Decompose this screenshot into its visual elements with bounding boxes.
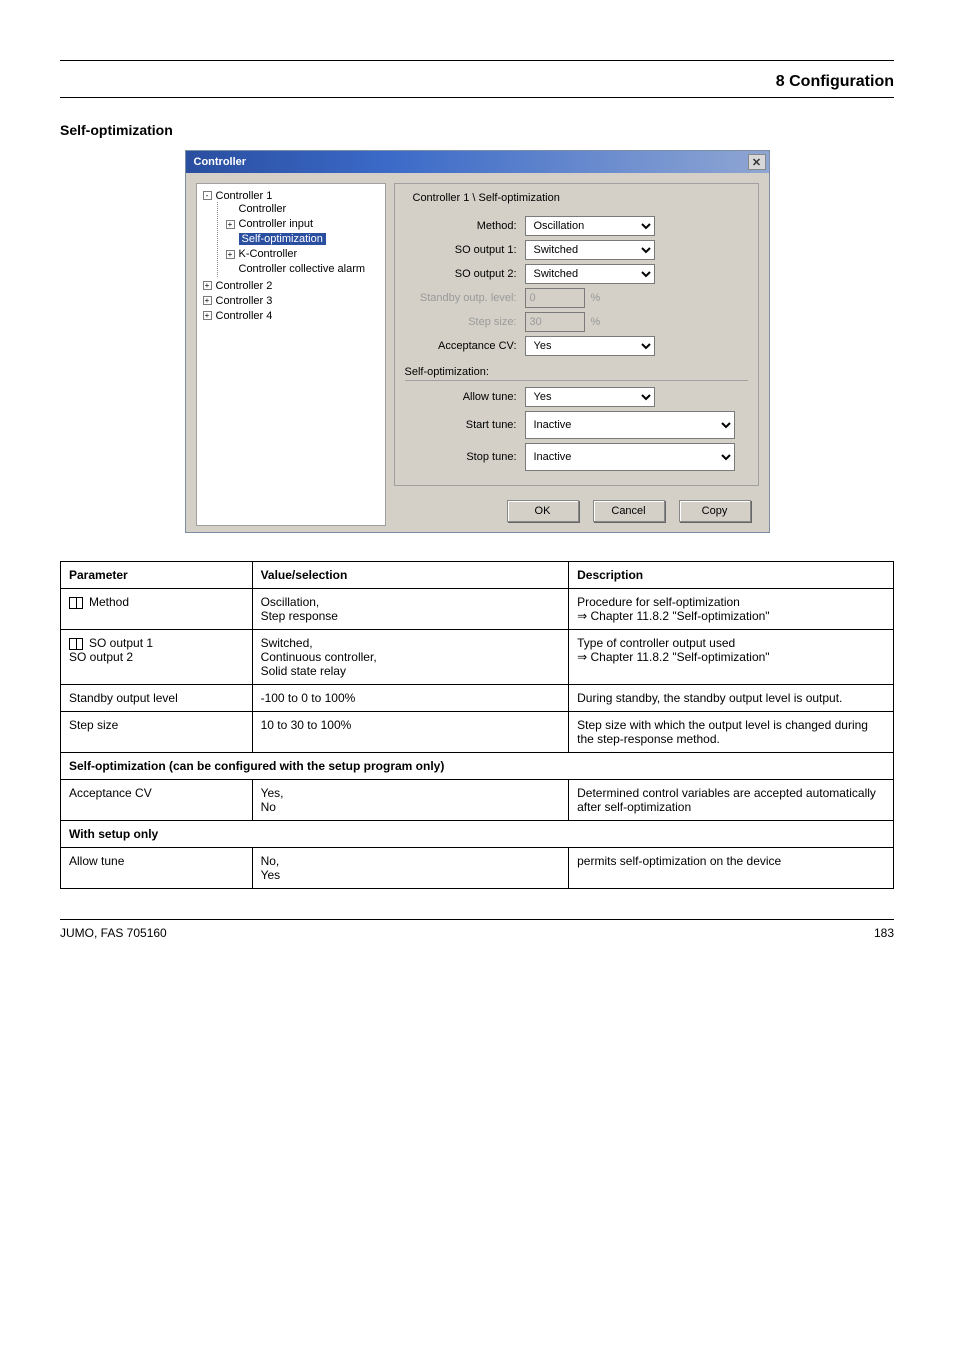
so1-label: SO output 1: bbox=[405, 244, 525, 256]
so2-label: SO output 2: bbox=[405, 268, 525, 280]
table-row: With setup only bbox=[61, 821, 894, 848]
titlebar: Controller ✕ bbox=[186, 151, 769, 173]
table-row: Step size10 to 30 to 100%Step size with … bbox=[61, 712, 894, 753]
section-title: Self-optimization bbox=[60, 122, 894, 138]
standby-input bbox=[525, 288, 585, 308]
tree-controller-1[interactable]: -Controller 1 Controller +Controller inp… bbox=[203, 188, 381, 278]
start-tune-select[interactable]: Inactive bbox=[525, 411, 735, 439]
copy-button[interactable]: Copy bbox=[679, 500, 751, 522]
method-select[interactable]: Oscillation bbox=[525, 216, 655, 236]
acceptance-cv-select[interactable]: Yes bbox=[525, 336, 655, 356]
table-row: Self-optimization (can be configured wit… bbox=[61, 753, 894, 780]
table-row: MethodOscillation, Step responseProcedur… bbox=[61, 589, 894, 630]
controller-tree[interactable]: -Controller 1 Controller +Controller inp… bbox=[196, 183, 386, 526]
window-title: Controller bbox=[194, 156, 247, 168]
start-tune-label: Start tune: bbox=[405, 419, 525, 431]
controller-window: Controller ✕ -Controller 1 Controller +C… bbox=[185, 150, 770, 533]
accept-label: Acceptance CV: bbox=[405, 340, 525, 352]
book-icon bbox=[69, 638, 83, 650]
table-row: Standby output level-100 to 0 to 100%Dur… bbox=[61, 685, 894, 712]
allow-tune-select[interactable]: Yes bbox=[525, 387, 655, 407]
footer-left: JUMO, FAS 705160 bbox=[60, 926, 167, 940]
table-row: Acceptance CVYes, NoDetermined control v… bbox=[61, 780, 894, 821]
parameter-table: Parameter Value/selection Description Me… bbox=[60, 561, 894, 889]
ok-button[interactable]: OK bbox=[507, 500, 579, 522]
step-unit: % bbox=[591, 316, 601, 328]
cancel-button[interactable]: Cancel bbox=[593, 500, 665, 522]
book-icon bbox=[69, 597, 83, 609]
step-input bbox=[525, 312, 585, 332]
tree-self-optimization[interactable]: Self-optimization bbox=[226, 232, 381, 247]
tree-controller-4[interactable]: +Controller 4 bbox=[203, 308, 381, 323]
so-output-2-select[interactable]: Switched bbox=[525, 264, 655, 284]
tree-controller-input[interactable]: +Controller input bbox=[226, 217, 381, 232]
standby-label: Standby outp. level: bbox=[405, 292, 525, 304]
tree-collective-alarm[interactable]: Controller collective alarm bbox=[226, 262, 381, 277]
allow-tune-label: Allow tune: bbox=[405, 391, 525, 403]
tree-controller[interactable]: Controller bbox=[226, 202, 381, 217]
col-parameter: Parameter bbox=[61, 562, 253, 589]
standby-unit: % bbox=[591, 292, 601, 304]
table-row: SO output 1 SO output 2Switched, Continu… bbox=[61, 630, 894, 685]
table-row: Allow tuneNo, Yespermits self-optimizati… bbox=[61, 848, 894, 889]
col-description: Description bbox=[569, 562, 894, 589]
close-icon[interactable]: ✕ bbox=[748, 154, 766, 170]
breadcrumb: Controller 1 \ Self-optimization bbox=[409, 192, 564, 204]
page-footer: JUMO, FAS 705160 183 bbox=[60, 919, 894, 940]
col-values: Value/selection bbox=[252, 562, 569, 589]
form-panel: Controller 1 \ Self-optimization Method:… bbox=[394, 183, 759, 526]
step-label: Step size: bbox=[405, 316, 525, 328]
stop-tune-label: Stop tune: bbox=[405, 451, 525, 463]
stop-tune-select[interactable]: Inactive bbox=[525, 443, 735, 471]
so-output-1-select[interactable]: Switched bbox=[525, 240, 655, 260]
tree-controller-3[interactable]: +Controller 3 bbox=[203, 293, 381, 308]
footer-right: 183 bbox=[874, 926, 894, 940]
page-header: 8 Configuration bbox=[60, 73, 894, 91]
method-label: Method: bbox=[405, 220, 525, 232]
tree-k-controller[interactable]: +K-Controller bbox=[226, 247, 381, 262]
self-opt-subhead: Self-optimization: bbox=[405, 366, 748, 378]
tree-controller-2[interactable]: +Controller 2 bbox=[203, 278, 381, 293]
